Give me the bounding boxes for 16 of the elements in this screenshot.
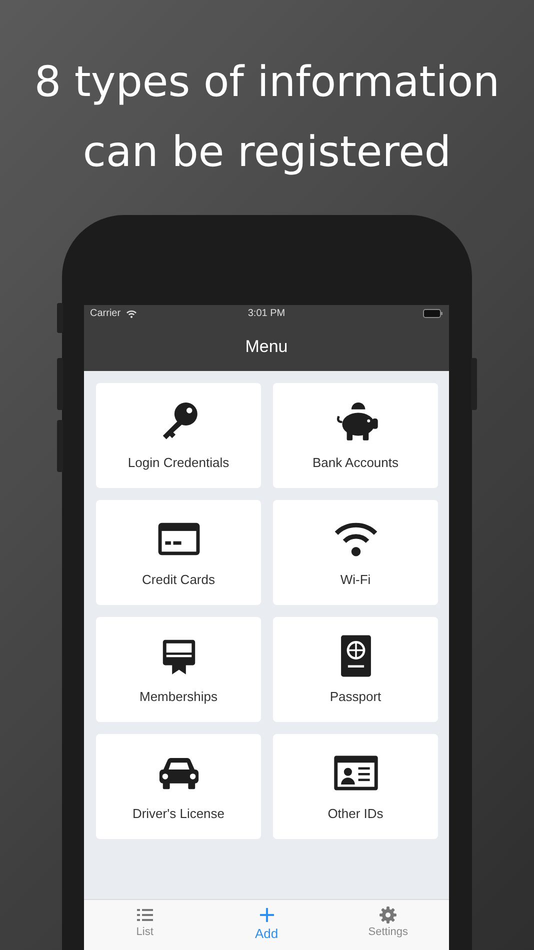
headline: 8 types of information can be registered [33, 56, 501, 178]
menu-card[interactable]: Driver's License [96, 734, 261, 839]
carrier-label: Carrier [90, 308, 121, 319]
list-icon [134, 906, 155, 924]
menu-card[interactable]: Other IDs [273, 734, 438, 839]
menu-card[interactable]: Memberships [96, 617, 261, 722]
menu-card[interactable]: Login Credentials [96, 383, 261, 488]
settings-icon [378, 906, 398, 924]
wifi-icon [124, 309, 138, 318]
nav-title: Menu [245, 336, 288, 356]
menu-card[interactable]: Wi-Fi [273, 500, 438, 605]
menu-card[interactable]: Bank Accounts [273, 383, 438, 488]
menu-card[interactable]: Passport [273, 617, 438, 722]
status-time: 3:01 PM [248, 308, 286, 319]
battery-icon [423, 309, 443, 318]
menu-card[interactable]: Credit Cards [96, 500, 261, 605]
